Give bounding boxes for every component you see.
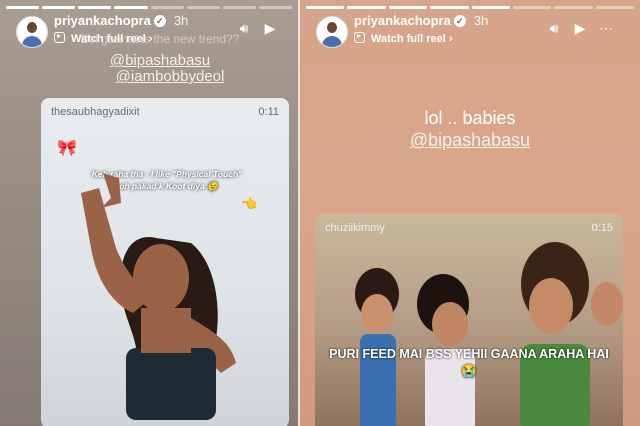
more-icon[interactable]: ⋯: [598, 20, 614, 37]
reel-card[interactable]: chuziikimmy 0:15 PURI FEED MAI BSS YEHII…: [315, 214, 623, 426]
timestamp: 3h: [173, 13, 189, 28]
verified-badge-icon: ✓: [453, 15, 466, 27]
timestamp: 3h: [473, 13, 489, 28]
avatar[interactable]: [316, 16, 348, 48]
username-text[interactable]: priyankachopra: [54, 13, 151, 28]
play-icon[interactable]: ▶: [262, 20, 278, 37]
mention-bipashabasu[interactable]: @bipashabasu: [360, 130, 580, 151]
story-left[interactable]: priyankachopra ✓ 3h Watch full reel › 🔊︎ ▶…: [0, 0, 298, 426]
speaker-icon[interactable]: 🔊︎: [546, 20, 562, 37]
dancer-illustration: [81, 173, 236, 420]
reel-caption: PURI FEED MAI BSS YEHII GAANA ARAHA HAI …: [329, 347, 609, 378]
story-right[interactable]: priyankachopra ✓ 3h Watch full reel › 🔊︎ ▶…: [300, 0, 640, 426]
story-text: lol .. babies: [424, 108, 516, 128]
story-controls: 🔊︎ ▶ ⋯: [546, 20, 614, 37]
mention-bipashabasu[interactable]: @bipashabasu: [100, 52, 220, 69]
verified-badge-icon: ✓: [153, 15, 166, 27]
avatar[interactable]: [16, 16, 48, 48]
username[interactable]: priyankachopra ✓ 3h: [54, 13, 188, 28]
play-icon[interactable]: ▶: [572, 20, 588, 37]
story-header: priyankachopra ✓ 3h Watch full reel › 🔊︎ ▶…: [316, 12, 630, 52]
reel-card[interactable]: thesaubhagyadixit 0:11 🎀 Keh raha tha - …: [41, 98, 289, 426]
progress-bar: [6, 6, 292, 9]
chevron-right-icon: ›: [448, 33, 453, 45]
movie-scene-illustration: [355, 242, 623, 426]
username-text[interactable]: priyankachopra: [354, 13, 451, 28]
watch-label[interactable]: Watch full reel: [371, 33, 446, 45]
reel-icon: [354, 32, 365, 43]
question-text: Bol gaanat is the new trend??: [80, 32, 240, 46]
mention-iambobbydeol[interactable]: @iambobbydeol: [100, 68, 240, 85]
progress-bar: [306, 6, 634, 9]
username[interactable]: priyankachopra ✓ 3h: [354, 13, 488, 28]
watch-full-reel-link[interactable]: Watch full reel ›: [354, 32, 453, 45]
